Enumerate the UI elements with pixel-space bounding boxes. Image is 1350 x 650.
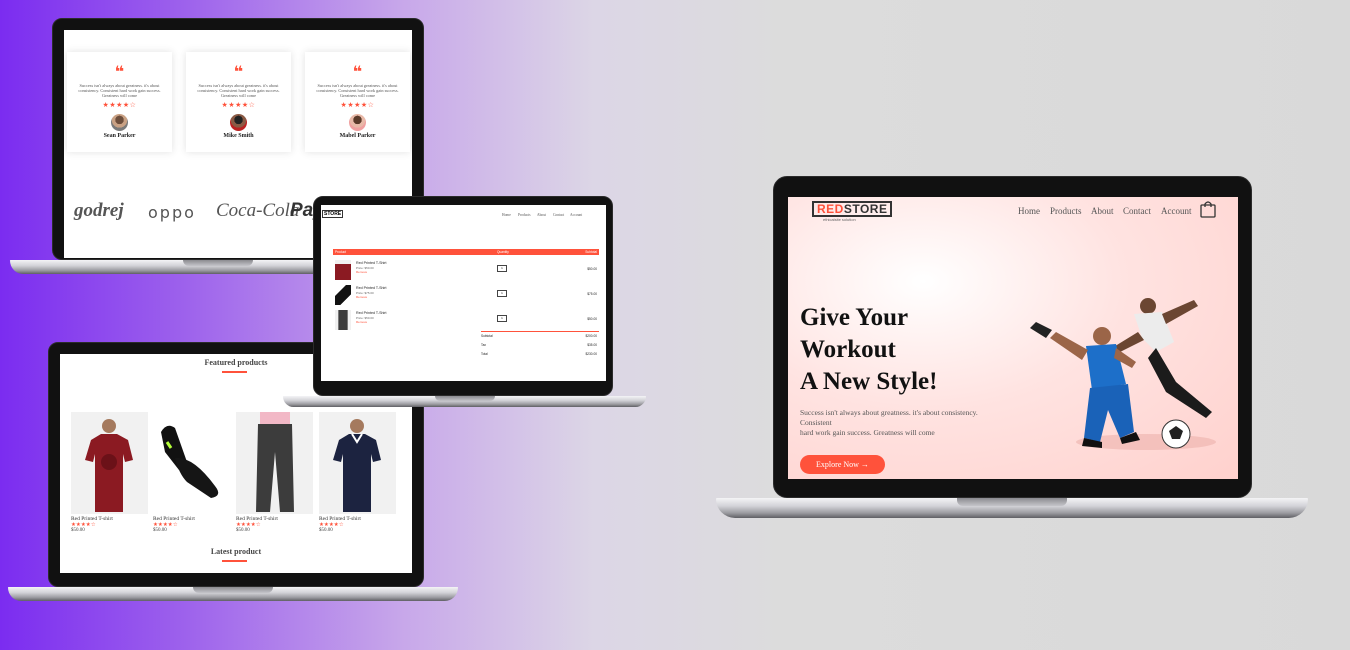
col-product: Product xyxy=(335,250,346,254)
testimonial-card: ❝ Success isn't always about greatness. … xyxy=(305,52,410,152)
product-image xyxy=(71,412,148,514)
explore-now-button[interactable]: Explore Now → xyxy=(800,455,885,474)
rating-stars: ★★★★☆ xyxy=(340,101,375,109)
hero-screen: REDSTORE ethicalsite solution Home Produ… xyxy=(788,197,1238,479)
nav-home[interactable]: Home xyxy=(1018,206,1040,216)
testimonial-name: Mabel Parker xyxy=(339,133,376,139)
totals-row-subtotal: Subtotal $200.00 xyxy=(481,334,599,342)
cart-nav-home[interactable]: Home xyxy=(502,213,511,217)
cart-table-header: Product Quantity Subtotal xyxy=(333,249,599,255)
laptop-hero: REDSTORE ethicalsite solution Home Produ… xyxy=(716,176,1308,519)
hero-subtitle-line: Success isn't always about greatness. it… xyxy=(800,408,978,417)
hero-title-line: Give Your xyxy=(800,304,909,331)
quote-icon: ❝ xyxy=(233,62,244,81)
totals-value: $200.00 xyxy=(585,334,597,338)
remove-link[interactable]: Remove xyxy=(356,295,367,299)
cart-item-name: Red Printed T-Shirt xyxy=(356,261,387,265)
totals-label: Tax xyxy=(481,343,486,347)
logo-tagline: ethicalsite solution xyxy=(823,217,856,222)
hero-title: Give Your Workout A New Style! xyxy=(800,302,937,398)
cart-row: Red Printed T-Shirt Price: $50.00 Remove… xyxy=(333,308,599,330)
totals-divider xyxy=(481,331,599,332)
brand-logo-oppo: oppo xyxy=(148,203,196,222)
product-image xyxy=(319,412,396,514)
testimonial-name: Mike Smith xyxy=(223,133,254,139)
nav-products[interactable]: Products xyxy=(1050,206,1082,216)
hero-subtitle: Success isn't always about greatness. it… xyxy=(800,408,978,438)
logo-text: STORE xyxy=(843,202,888,216)
quantity-input[interactable]: 1 xyxy=(497,290,507,297)
cart-row: Red Printed T-Shirt Price: $50.00 Remove… xyxy=(333,258,599,280)
cart-item-image xyxy=(335,260,351,280)
totals-label: Subtotal xyxy=(481,334,493,338)
quote-icon: ❝ xyxy=(114,62,125,81)
cart-bag-icon[interactable] xyxy=(1200,200,1216,223)
product-image xyxy=(236,412,313,514)
cart-nav-contact[interactable]: Contact xyxy=(553,213,564,217)
rating-stars: ★★★★☆ xyxy=(221,101,256,109)
cart-item-image xyxy=(335,285,351,305)
product-price: $50.00 xyxy=(71,528,85,533)
testimonial-text: Success isn't always about greatness. it… xyxy=(78,83,161,98)
product-price: $50.00 xyxy=(319,528,333,533)
cart-logo[interactable]: STORE xyxy=(322,210,344,218)
cart-item-subtotal: $75.00 xyxy=(587,292,597,296)
product-card[interactable]: Red Printed T-shirt ★★★★☆ $50.00 xyxy=(71,412,148,533)
hero-subtitle-line: hard work gain success. Greatness will c… xyxy=(800,428,935,437)
cart-item-subtotal: $50.00 xyxy=(587,317,597,321)
brand-logo-godrej: godrej xyxy=(74,200,124,221)
nav-about[interactable]: About xyxy=(1091,206,1114,216)
product-card[interactable]: Red Printed T-shirt ★★★★☆ $50.00 xyxy=(153,412,230,533)
totals-label: Total xyxy=(481,352,488,356)
totals-row-tax: Tax $35.00 xyxy=(481,343,599,351)
logo-red-text: RED xyxy=(817,202,844,216)
cart-item-image xyxy=(335,310,351,330)
totals-value: $35.00 xyxy=(587,343,597,347)
col-quantity: Quantity xyxy=(497,250,509,254)
remove-link[interactable]: Remove xyxy=(356,270,367,274)
cart-nav-products[interactable]: Products xyxy=(518,213,531,217)
quantity-input[interactable]: 1 xyxy=(497,315,507,322)
site-logo[interactable]: REDSTORE xyxy=(812,201,893,217)
avatar xyxy=(349,114,366,131)
cart-nav-about[interactable]: About xyxy=(537,213,546,217)
rating-stars: ★★★★☆ xyxy=(102,101,137,109)
cart-item-name: Red Printed T-Shirt xyxy=(356,286,387,290)
testimonial-text: Success isn't always about greatness. it… xyxy=(316,83,399,98)
cart-screen: STORE Home Products About Contact Accoun… xyxy=(321,205,606,381)
totals-value: $230.00 xyxy=(585,352,597,356)
testimonial-card: ❝ Success isn't always about greatness. … xyxy=(186,52,291,152)
hero-title-line: Workout xyxy=(800,336,896,363)
hero-subtitle-line: Consistent xyxy=(800,418,832,427)
cart-item-name: Red Printed T-Shirt xyxy=(356,311,387,315)
testimonial-name: Sean Parker xyxy=(103,133,136,139)
testimonial-card: ❝ Success isn't always about greatness. … xyxy=(67,52,172,152)
avatar xyxy=(230,114,247,131)
col-subtotal: Subtotal xyxy=(585,250,597,254)
product-card[interactable]: Red Printed T-shirt ★★★★☆ $50.00 xyxy=(319,412,396,533)
hero-image-players xyxy=(1016,292,1216,467)
avatar xyxy=(111,114,128,131)
laptop-cart: STORE Home Products About Contact Accoun… xyxy=(283,196,646,408)
totals-row-total: Total $230.00 xyxy=(481,352,599,360)
section-title: Latest product xyxy=(210,547,262,556)
testimonial-text: Success isn't always about greatness. it… xyxy=(197,83,280,98)
product-price: $50.00 xyxy=(153,528,167,533)
product-price: $50.00 xyxy=(236,528,250,533)
hero-title-line: A New Style! xyxy=(800,368,938,395)
nav-account[interactable]: Account xyxy=(1161,206,1192,216)
nav-contact[interactable]: Contact xyxy=(1123,206,1151,216)
quote-icon: ❝ xyxy=(352,62,363,81)
quantity-input[interactable]: 1 xyxy=(497,265,507,272)
title-underline xyxy=(222,560,247,562)
title-underline xyxy=(222,371,247,373)
remove-link[interactable]: Remove xyxy=(356,320,367,324)
cart-item-subtotal: $50.00 xyxy=(587,267,597,271)
product-image xyxy=(153,412,230,514)
product-card[interactable]: Red Printed T-shirt ★★★★☆ $50.00 xyxy=(236,412,313,533)
cart-row: Red Printed T-Shirt Price: $75.00 Remove… xyxy=(333,283,599,305)
cart-nav-account[interactable]: Account xyxy=(570,213,582,217)
